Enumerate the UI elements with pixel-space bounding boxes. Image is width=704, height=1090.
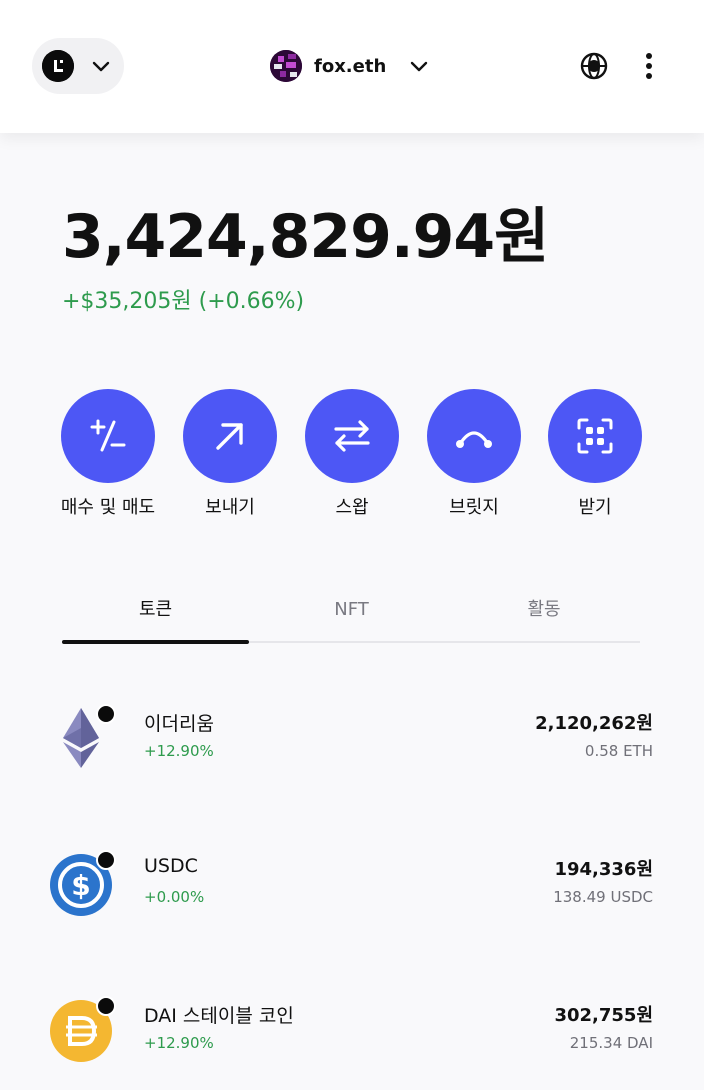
chain-badge-icon — [96, 704, 116, 724]
account-name: fox.eth — [314, 55, 387, 77]
total-balance: 3,424,829.94원 — [62, 202, 549, 272]
token-amount: 0.58 ETH — [584, 742, 653, 760]
token-change: +0.00% — [144, 888, 205, 906]
usdc-logo-icon: $ — [48, 850, 116, 918]
buy-sell-label: 매수 및 매도 — [60, 497, 156, 518]
plus-minus-icon — [90, 419, 126, 452]
more-vertical-icon — [646, 53, 652, 79]
ethereum-logo-icon — [48, 704, 116, 772]
receive-label: 받기 — [578, 497, 612, 518]
bridge-label: 브릿지 — [449, 497, 499, 518]
token-row-eth[interactable]: 이더리움 +12.90% 2,120,262원 0.58 ETH — [0, 700, 704, 800]
buy-sell-button[interactable]: 매수 및 매도 — [48, 389, 168, 529]
receive-button[interactable]: 받기 — [535, 389, 655, 529]
account-avatar — [270, 50, 302, 82]
chain-badge-icon — [96, 850, 116, 870]
more-button[interactable] — [636, 50, 662, 82]
balance-change: +$35,205원 (+0.66%) — [62, 289, 305, 314]
swap-label: 스왑 — [335, 497, 369, 518]
token-name: DAI 스테이블 코인 — [144, 1005, 294, 1027]
send-button[interactable]: 보내기 — [170, 389, 290, 529]
chain-badge-icon — [96, 996, 116, 1016]
token-fiat-value: 302,755원 — [554, 1005, 653, 1026]
token-name: USDC — [144, 855, 198, 877]
token-name: 이더리움 — [144, 713, 214, 735]
qr-scan-icon — [577, 418, 613, 454]
token-change: +12.90% — [144, 1034, 214, 1052]
svg-text:$: $ — [71, 869, 90, 902]
tab-activity[interactable]: 활동 — [448, 590, 640, 634]
swap-button[interactable]: 스왑 — [292, 389, 412, 529]
swap-arrows-icon — [334, 420, 370, 452]
send-label: 보내기 — [205, 497, 255, 518]
receive-circle — [548, 389, 642, 483]
network-logo-icon — [42, 50, 74, 82]
token-change: +12.90% — [144, 742, 214, 760]
bridge-arc-icon — [456, 431, 492, 448]
bridge-button[interactable]: 브릿지 — [414, 389, 534, 529]
swap-circle — [305, 389, 399, 483]
tab-tokens[interactable]: 토큰 — [62, 590, 249, 634]
buy-sell-circle — [61, 389, 155, 483]
chevron-down-icon — [92, 61, 110, 72]
asset-tabs: 토큰 NFT 활동 — [62, 590, 640, 646]
send-circle — [183, 389, 277, 483]
token-row-usdc[interactable]: $ USDC +0.00% 194,336원 138.49 USDC — [0, 846, 704, 946]
token-amount: 215.34 DAI — [569, 1034, 653, 1052]
globe-button[interactable] — [578, 50, 610, 82]
token-row-dai[interactable]: DAI 스테이블 코인 +12.90% 302,755원 215.34 DAI — [0, 992, 704, 1090]
arrow-up-right-icon — [216, 423, 243, 450]
bridge-circle — [427, 389, 521, 483]
account-selector[interactable]: fox.eth — [270, 50, 428, 82]
token-fiat-value: 2,120,262원 — [535, 713, 653, 734]
token-fiat-value: 194,336원 — [554, 859, 653, 880]
network-selector[interactable] — [32, 38, 124, 94]
dai-logo-icon — [48, 996, 116, 1064]
globe-icon — [580, 52, 608, 80]
tab-nft[interactable]: NFT — [255, 590, 448, 634]
token-amount: 138.49 USDC — [553, 888, 653, 906]
tab-active-indicator — [62, 640, 249, 644]
chevron-down-icon — [410, 61, 428, 72]
top-bar: fox.eth — [0, 0, 704, 133]
